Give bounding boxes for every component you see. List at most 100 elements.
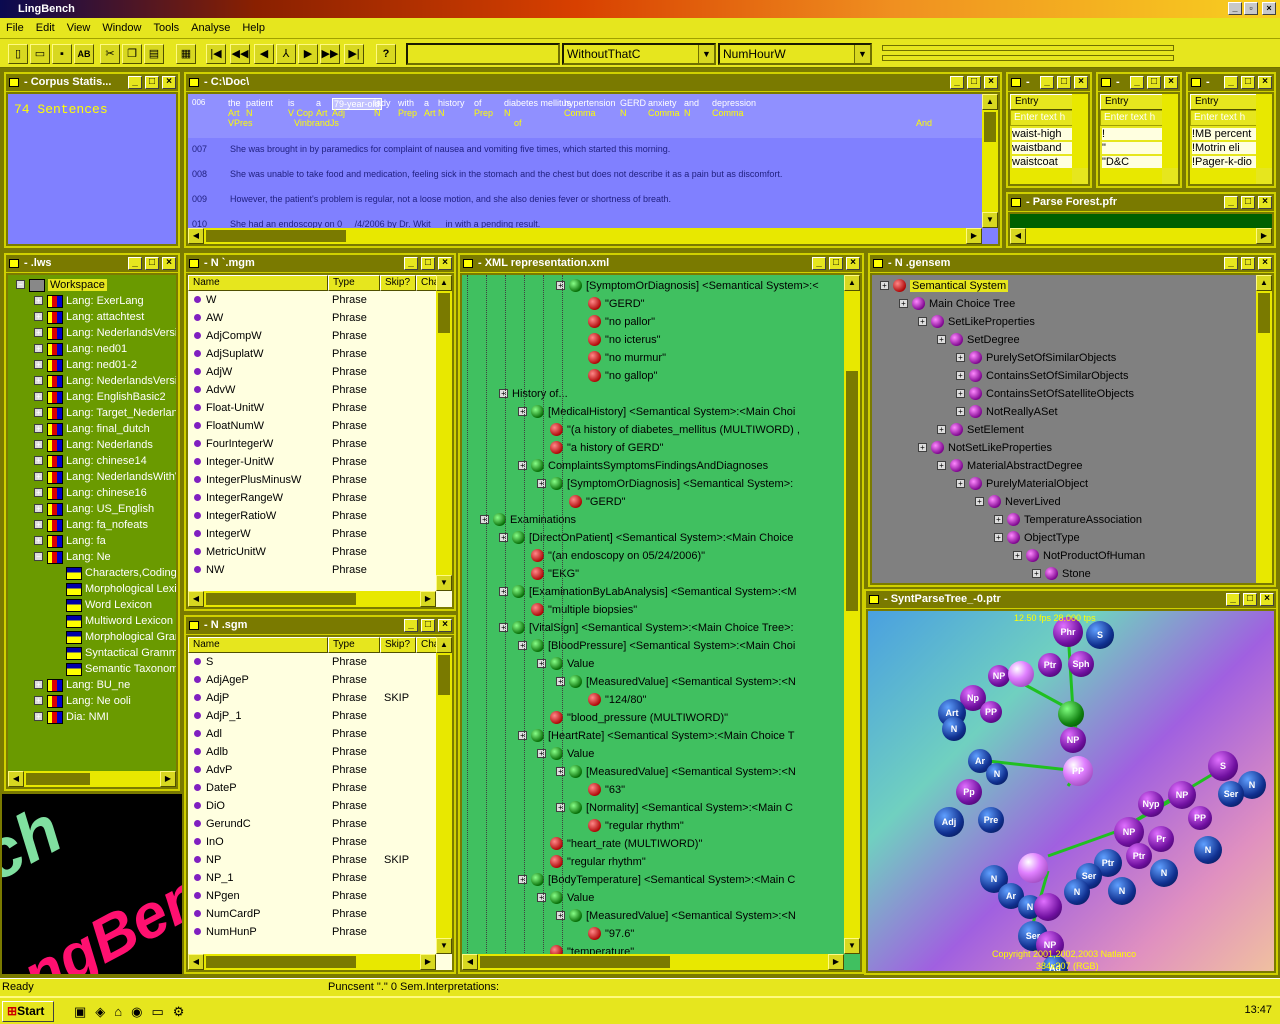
horizontal-scrollbar[interactable]: ◀ ▶	[1010, 228, 1272, 244]
workspace-language-item[interactable]: + Lang: Nederlands	[34, 437, 153, 453]
expand-icon[interactable]: +	[556, 910, 565, 920]
sentence-row[interactable]: 007 She was brought in by paramedics for …	[192, 144, 670, 154]
maximize-icon[interactable]: □	[1241, 257, 1255, 270]
column-header[interactable]: Name	[188, 275, 328, 291]
chevron-down-icon[interactable]: ▼	[854, 45, 870, 63]
column-header[interactable]: Skip?	[380, 275, 416, 291]
semantic-node[interactable]: + TemperatureAssociation	[994, 511, 1142, 529]
language-component-item[interactable]: Multiword Lexicon	[66, 613, 173, 629]
tree-node-sphere[interactable]: Ptr	[1126, 843, 1152, 869]
workspace-language-item[interactable]: − Lang: Ne	[34, 549, 111, 565]
semantic-node[interactable]: + ContainsSetOfSatelliteObjects	[956, 385, 1134, 403]
workspace-root[interactable]: − Workspace	[16, 277, 107, 293]
table-row[interactable]: S Phrase	[188, 653, 436, 671]
search-input[interactable]	[406, 43, 560, 65]
maximize-icon[interactable]: □	[1241, 76, 1255, 89]
start-button[interactable]: ⊞Start	[2, 1001, 54, 1022]
menu-analyse[interactable]: Analyse	[185, 18, 236, 38]
xml-node[interactable]: "63"	[575, 781, 625, 799]
expand-icon[interactable]: +	[556, 676, 565, 686]
expand-icon[interactable]: +	[499, 622, 508, 632]
close-icon[interactable]: ×	[846, 257, 860, 270]
entry-item[interactable]: !Pager-k-dio	[1192, 156, 1258, 168]
expand-icon[interactable]: +	[994, 514, 1003, 524]
column-header[interactable]: Type	[328, 275, 380, 291]
semantic-node[interactable]: + ContainsSetOfSimilarObjects	[956, 367, 1128, 385]
vertical-scrollbar[interactable]: ▲ ▼	[436, 637, 452, 954]
expand-icon[interactable]: +	[937, 460, 946, 470]
expand-icon[interactable]: +	[956, 478, 965, 488]
minimize-icon[interactable]: _	[404, 619, 418, 632]
token[interactable]: and	[684, 98, 699, 108]
table-row[interactable]: NP_1 Phrase	[188, 869, 436, 887]
token[interactable]: is	[288, 98, 295, 108]
maximize-icon[interactable]: □	[1243, 593, 1257, 606]
close-icon[interactable]: ×	[438, 619, 452, 632]
workspace-language-item[interactable]: + Lang: chinese16	[34, 485, 147, 501]
minimize-icon[interactable]: _	[812, 257, 826, 270]
rewind-icon[interactable]: ◀◀	[230, 44, 250, 64]
scroll-down-icon[interactable]: ▼	[436, 575, 452, 591]
minimize-icon[interactable]: _	[128, 76, 142, 89]
minimize-button[interactable]: _	[1228, 2, 1242, 15]
tree-node-sphere[interactable]: S	[1086, 621, 1114, 649]
ab-button[interactable]: AB	[74, 44, 94, 64]
minimize-icon[interactable]: _	[1130, 76, 1144, 89]
table-row[interactable]: DiO Phrase	[188, 797, 436, 815]
workspace-language-item[interactable]: +Lang: Target_Nederlands	[34, 405, 176, 421]
scroll-down-icon[interactable]: ▼	[436, 938, 452, 954]
expand-icon[interactable]: +	[937, 334, 946, 344]
first-icon[interactable]: |◀	[206, 44, 226, 64]
tree-node-sphere[interactable]: Pr	[1148, 826, 1174, 852]
tree-node-sphere[interactable]: PP	[1063, 756, 1093, 786]
semantic-node[interactable]: + SetLikeProperties	[918, 313, 1035, 331]
close-icon[interactable]: ×	[162, 257, 176, 270]
semantic-node[interactable]: + NotSetLikeProperties	[918, 439, 1052, 457]
expand-icon[interactable]: +	[537, 658, 546, 668]
token[interactable]: the	[228, 98, 241, 108]
expand-icon[interactable]: +	[537, 478, 546, 488]
menu-edit[interactable]: Edit	[30, 18, 61, 38]
semantic-node[interactable]: + Stone	[1032, 565, 1091, 583]
expand-icon[interactable]: +	[499, 388, 508, 398]
close-icon[interactable]: ×	[1258, 196, 1272, 209]
entry-item[interactable]: "D&C	[1102, 156, 1168, 168]
workspace-language-item[interactable]: + Lang: fa	[34, 533, 106, 549]
tree-node-sphere[interactable]: NP	[988, 665, 1010, 687]
vertical-scrollbar[interactable]: ▲	[1256, 275, 1272, 583]
workspace-language-item[interactable]: + Lang: final_dutch	[34, 421, 150, 437]
sentence-row[interactable]: 008 She was unable to take food and medic…	[192, 169, 782, 179]
horizontal-scrollbar[interactable]: ◀ ▶	[188, 228, 982, 244]
tree-node-sphere[interactable]: NP	[1060, 727, 1086, 753]
close-button[interactable]: ×	[1262, 2, 1276, 15]
scroll-up-icon[interactable]: ▲	[844, 275, 860, 291]
xml-node[interactable]: + Value	[537, 889, 594, 907]
expand-icon[interactable]: +	[480, 514, 489, 524]
language-component-item[interactable]: Semantic Taxonomy	[66, 661, 176, 677]
expand-icon[interactable]: +	[956, 388, 965, 398]
tree-node-sphere[interactable]: Ptr	[1038, 653, 1062, 677]
table-row[interactable]: NumHunP Phrase	[188, 923, 436, 941]
entry-filter-input[interactable]: Enter text h	[1010, 110, 1080, 126]
maximize-icon[interactable]: □	[1241, 196, 1255, 209]
xml-node[interactable]: "GERD"	[556, 493, 626, 511]
entry-filter-input[interactable]: Enter text h	[1190, 110, 1260, 126]
open-folder-icon[interactable]: ▭	[30, 44, 50, 64]
entry-item[interactable]: waist-high	[1012, 128, 1078, 140]
table-row[interactable]: IntegerPlusMinusW Phrase	[188, 471, 436, 489]
new-file-icon[interactable]: ▯	[8, 44, 28, 64]
token[interactable]: depression	[712, 98, 756, 108]
semantic-node[interactable]: + MaterialAbstractDegree	[937, 457, 1083, 475]
scroll-right-icon[interactable]: ▶	[420, 591, 436, 607]
horizontal-scrollbar[interactable]	[1010, 168, 1072, 184]
close-icon[interactable]: ×	[1074, 76, 1088, 89]
scroll-up-icon[interactable]: ▲	[436, 275, 452, 291]
xml-node[interactable]: + [BloodPressure] <Semantical System>:<Ma…	[518, 637, 795, 655]
expand-icon[interactable]: +	[537, 892, 546, 902]
table-row[interactable]: DateP Phrase	[188, 779, 436, 797]
tree-node-sphere[interactable]: N	[1194, 836, 1222, 864]
scroll-left-icon[interactable]: ◀	[188, 228, 204, 244]
expand-icon[interactable]: +	[956, 370, 965, 380]
xml-node[interactable]: + [MeasuredValue] <Semantical System>:<N	[556, 907, 796, 925]
token[interactable]: hypertension	[564, 98, 616, 108]
